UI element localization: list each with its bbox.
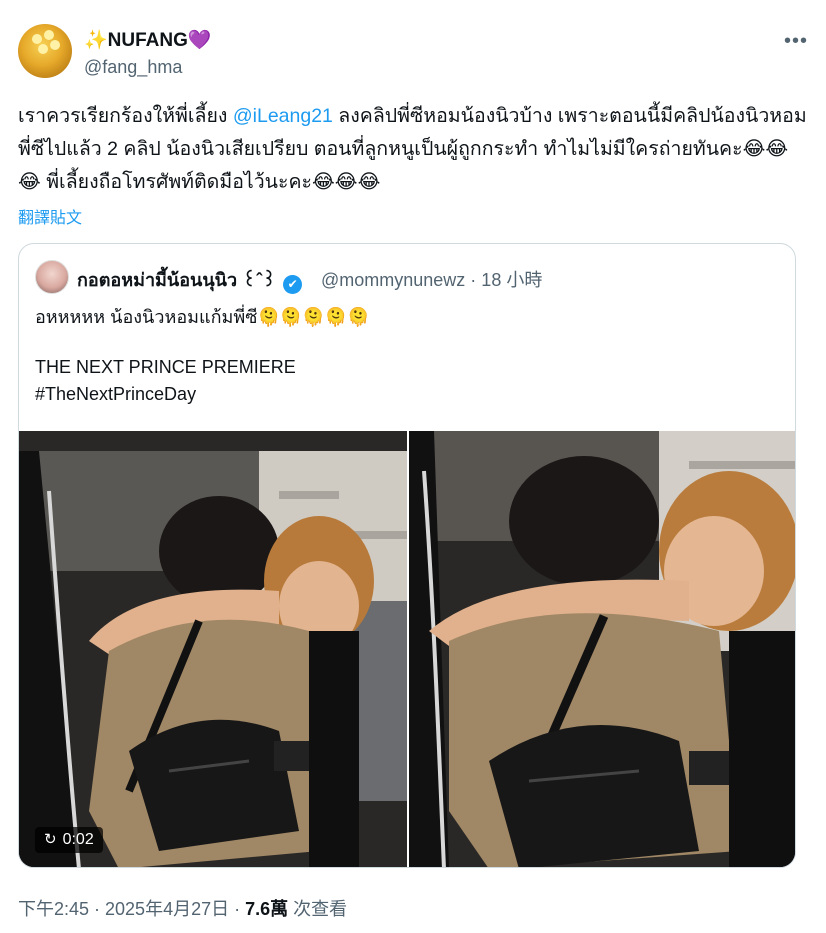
tweet-timestamp[interactable]: 下午2:45 · 2025年4月27日 · bbox=[18, 899, 245, 919]
video-still-image-2 bbox=[409, 431, 795, 867]
quoted-handle-time: @mommynunewz · 18 小時 bbox=[321, 270, 543, 290]
views-label: 次查看 bbox=[288, 899, 348, 919]
mention-link[interactable]: @iLeang21 bbox=[233, 105, 333, 127]
user-handle[interactable]: @fang_hma bbox=[84, 57, 182, 78]
quoted-media[interactable]: ↻ 0:02 bbox=[19, 431, 795, 867]
display-name-text: NUFANG bbox=[107, 30, 188, 51]
display-name[interactable]: ✨NUFANG💜 bbox=[84, 28, 212, 52]
tweet-text: เราควรเรียกร้องให้พี่เลี้ยง @iLeang21 ลง… bbox=[18, 100, 808, 199]
views-count: 7.6萬 bbox=[245, 899, 289, 919]
translate-post-link[interactable]: 翻譯貼文 bbox=[18, 204, 82, 228]
replay-icon: ↻ bbox=[44, 831, 57, 848]
quoted-display-name-text: กอตอหม่ามี้น้อนนุนิว ꒰ˆ꒱ bbox=[77, 270, 277, 290]
quoted-avatar bbox=[35, 260, 69, 294]
more-options-icon[interactable]: ••• bbox=[784, 30, 808, 53]
quoted-text-line1: อหหหหห น้องนิวหอมแก้มพี่ซี🫠🫠🫠🫠🫠 bbox=[35, 307, 370, 327]
sparkle-icon: ✨ bbox=[84, 30, 108, 51]
tweet-meta: 下午2:45 · 2025年4月27日 · 7.6萬 次查看 bbox=[18, 895, 347, 921]
verified-icon: ✔ bbox=[283, 275, 303, 294]
tweet-header: ✨NUFANG💜 @fang_hma ••• bbox=[18, 24, 808, 84]
video-still-image bbox=[19, 431, 407, 867]
tweet-text-part1: เราควรเรียกร้องให้พี่เลี้ยง bbox=[18, 105, 233, 127]
video-frame-left[interactable]: ↻ 0:02 bbox=[19, 431, 407, 867]
avatar[interactable] bbox=[18, 24, 72, 78]
video-frame-right[interactable] bbox=[409, 431, 795, 867]
quoted-tweet[interactable]: กอตอหม่ามี้น้อนนุนิว ꒰ˆ꒱ ✔ @mommynunewz … bbox=[18, 243, 796, 868]
quoted-text-line2: THE NEXT PRINCE PREMIERE bbox=[35, 357, 296, 377]
quoted-hashtag[interactable]: #TheNextPrinceDay bbox=[35, 384, 196, 405]
video-duration-badge: ↻ 0:02 bbox=[35, 827, 103, 853]
heart-icon: 💜 bbox=[187, 30, 212, 51]
video-duration: 0:02 bbox=[62, 831, 94, 848]
quoted-display-name: กอตอหม่ามี้น้อนนุนิว ꒰ˆ꒱ ✔ bbox=[77, 265, 303, 294]
